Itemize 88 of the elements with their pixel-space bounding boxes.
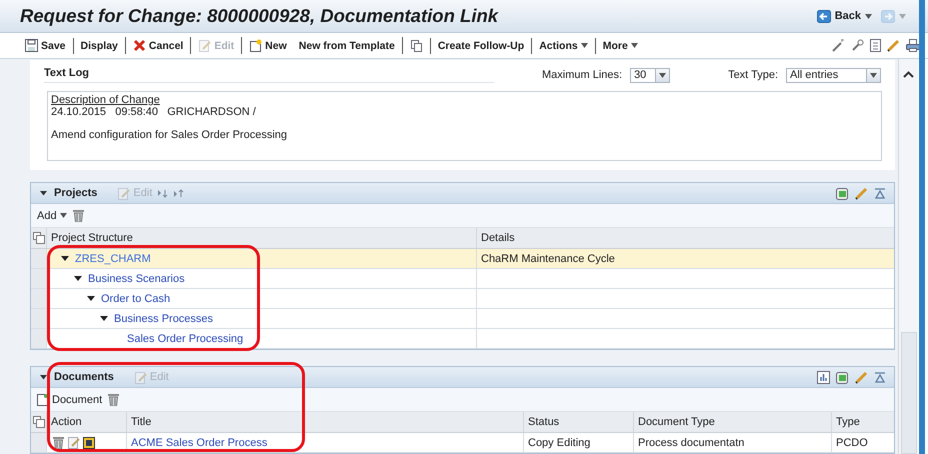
tree-row[interactable]: Sales Order Processing: [31, 329, 894, 349]
tree-node-link[interactable]: Business Scenarios: [88, 272, 185, 284]
log-text: Amend configuration for Sales Order Processing: [51, 129, 288, 141]
expand-triangle-icon[interactable]: [87, 296, 95, 301]
tree-row[interactable]: ZRES_CHARM ChaRM Maintenance Cycle: [31, 249, 894, 269]
edit-icon: [198, 39, 212, 52]
edit-icon: [117, 186, 130, 200]
toolbar-button[interactable]: Create Follow-Up: [430, 38, 528, 54]
menu-button[interactable]: More: [594, 38, 641, 54]
toolbar-button[interactable]: Save: [22, 37, 69, 54]
panel-title: Documents: [54, 371, 114, 383]
collapse-all-icon[interactable]: [174, 188, 184, 198]
back-arrow-icon: [816, 10, 831, 22]
expand-triangle-icon[interactable]: [74, 276, 82, 281]
column-header: Type: [831, 412, 894, 432]
forward-arrow-icon: [881, 10, 895, 22]
document-link[interactable]: ACME Sales Order Process: [131, 436, 268, 448]
toolbar-button[interactable]: New from Template: [296, 38, 398, 54]
pencil-icon[interactable]: [887, 39, 900, 52]
caret-icon: [630, 43, 638, 48]
document-icon[interactable]: [870, 39, 881, 52]
column-header: Project Structure: [46, 228, 476, 248]
toolbar-button[interactable]: Cancel: [124, 37, 186, 54]
tree-node-link[interactable]: Business Processes: [114, 312, 214, 324]
dropdown-caret-icon: [659, 72, 666, 78]
document-type-icon[interactable]: [83, 436, 95, 448]
panel-title: Projects: [54, 187, 98, 199]
save-icon: [25, 39, 38, 52]
log-timestamp: 24.10.2015 09:58:40 GRICHARDSON /: [51, 106, 257, 118]
dropdown-caret-icon: [870, 72, 877, 78]
collapse-triangle-icon[interactable]: [39, 374, 48, 380]
new-document-icon: [37, 393, 49, 406]
back-button[interactable]: Back: [814, 7, 874, 25]
table-cell: ChaRM Maintenance Cycle: [476, 249, 894, 268]
tree-row[interactable]: Order to Cash: [31, 289, 894, 309]
caret-icon: [60, 213, 67, 218]
caret-icon: [580, 43, 588, 48]
column-header: Details: [476, 228, 894, 248]
collapse-icon[interactable]: [874, 372, 886, 382]
menu-button[interactable]: Actions: [531, 38, 591, 54]
pencil-icon[interactable]: [855, 186, 868, 200]
column-settings-icon[interactable]: [33, 232, 45, 244]
toolbar-button[interactable]: New: [241, 37, 290, 54]
table-cell: Copy Editing: [523, 433, 633, 452]
table-cell: Process documentatn: [633, 433, 831, 452]
tree-node-link[interactable]: Sales Order Processing: [127, 332, 244, 344]
edit-icon: [134, 370, 147, 384]
column-settings-icon[interactable]: [33, 416, 45, 428]
field-label: Text Type:: [728, 69, 778, 81]
chart-icon[interactable]: [817, 370, 830, 384]
add-document-button[interactable]: Document: [37, 393, 102, 406]
wand-icon[interactable]: [832, 39, 845, 52]
close-icon: [132, 39, 146, 52]
expand-triangle-icon[interactable]: [61, 256, 69, 261]
table-row[interactable]: ACME Sales Order Process Copy Editing Process documentatn PCDO: [31, 433, 894, 453]
column-header: Title: [126, 412, 523, 432]
collapse-icon[interactable]: [874, 188, 886, 198]
column-header: Status: [523, 412, 633, 432]
column-header: Document Type: [633, 412, 831, 432]
tree-node-link[interactable]: Order to Cash: [101, 292, 170, 304]
toolbar-button[interactable]: Display: [72, 38, 121, 54]
dropdown-caret-icon: [865, 14, 872, 18]
dropdown-caret-icon: [899, 14, 906, 18]
pencil-icon[interactable]: [855, 370, 868, 384]
log-heading: Description of Change: [51, 94, 161, 106]
add-menu-button[interactable]: Add: [37, 210, 67, 222]
expand-all-icon[interactable]: [158, 188, 168, 198]
column-header: Action: [46, 412, 126, 432]
dropdown-field[interactable]: All entries: [786, 68, 881, 82]
trash-icon[interactable]: [72, 209, 84, 222]
copy-icon: [410, 39, 423, 52]
collapse-triangle-icon[interactable]: [39, 190, 48, 196]
tree-row[interactable]: Business Processes: [31, 309, 894, 329]
trash-icon[interactable]: [53, 436, 64, 449]
section-title: Text Log: [44, 67, 494, 83]
tree-node-link[interactable]: ZRES_CHARM: [75, 252, 151, 264]
table-icon[interactable]: [836, 370, 849, 384]
table-cell: PCDO: [831, 433, 894, 452]
field-label: Maximum Lines:: [542, 69, 622, 81]
trash-icon[interactable]: [108, 393, 120, 406]
window-title: Request for Change: 8000000928, Documentation Link: [20, 5, 498, 27]
scroll-up-icon[interactable]: [903, 71, 914, 78]
expand-triangle-icon[interactable]: [100, 316, 108, 321]
table-icon[interactable]: [836, 186, 849, 200]
tree-row[interactable]: Business Scenarios: [31, 269, 894, 289]
scroll-thumb[interactable]: [900, 332, 916, 454]
dropdown-field[interactable]: 30: [630, 68, 670, 82]
new-document-icon: [249, 39, 262, 52]
